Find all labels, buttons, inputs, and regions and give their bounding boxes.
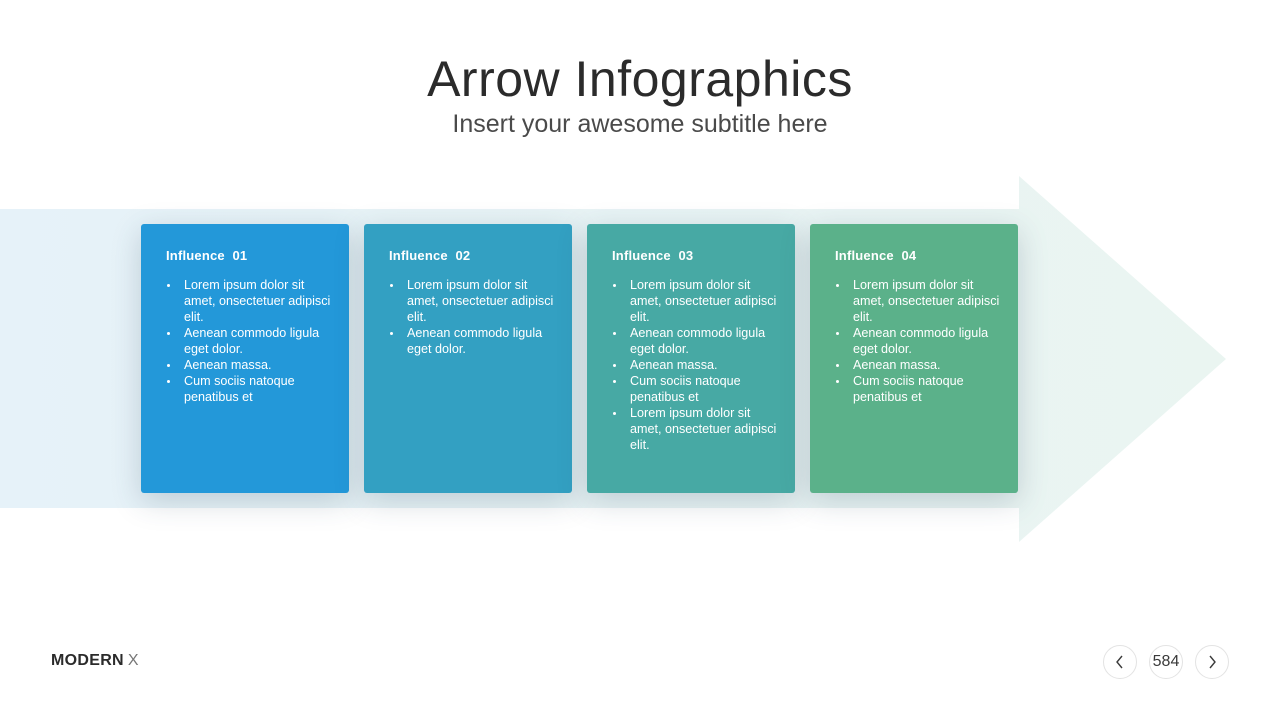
list-item: Aenean commodo ligula eget dolor. bbox=[613, 325, 781, 357]
brand-logo: MODERN X bbox=[51, 652, 139, 670]
influence-card-2: Influence 02 Lorem ipsum dolor sit amet,… bbox=[364, 224, 572, 493]
list-item: Aenean massa. bbox=[836, 357, 1004, 373]
slide: Arrow Infographics Insert your awesome s… bbox=[0, 0, 1280, 720]
bullet-list: Lorem ipsum dolor sit amet, onsectetuer … bbox=[166, 277, 335, 405]
list-item: Cum sociis natoque penatibus et bbox=[167, 373, 335, 405]
list-item: Cum sociis natoque penatibus et bbox=[836, 373, 1004, 405]
card-title: Influence 01 bbox=[166, 248, 248, 263]
list-item: Aenean massa. bbox=[613, 357, 781, 373]
bullet-list: Lorem ipsum dolor sit amet, onsectetuer … bbox=[835, 277, 1004, 405]
page-subtitle: Insert your awesome subtitle here bbox=[452, 110, 828, 138]
list-item: Aenean commodo ligula eget dolor. bbox=[390, 325, 558, 357]
page-number: 584 bbox=[1152, 653, 1180, 670]
list-item: Lorem ipsum dolor sit amet, onsectetuer … bbox=[390, 277, 558, 325]
next-page-button[interactable] bbox=[1195, 645, 1229, 679]
list-item: Aenean commodo ligula eget dolor. bbox=[167, 325, 335, 357]
list-item: Lorem ipsum dolor sit amet, onsectetuer … bbox=[167, 277, 335, 325]
bullet-list: Lorem ipsum dolor sit amet, onsectetuer … bbox=[389, 277, 558, 357]
influence-card-3: Influence 03 Lorem ipsum dolor sit amet,… bbox=[587, 224, 795, 493]
influence-card-1: Influence 01 Lorem ipsum dolor sit amet,… bbox=[141, 224, 349, 493]
list-item: Aenean massa. bbox=[167, 357, 335, 373]
card-title: Influence 03 bbox=[612, 248, 694, 263]
list-item: Cum sociis natoque penatibus et bbox=[613, 373, 781, 405]
chevron-right-icon bbox=[1209, 655, 1216, 669]
page-number-badge: 584 bbox=[1149, 645, 1183, 679]
brand-name-light: X bbox=[127, 652, 139, 669]
list-item: Lorem ipsum dolor sit amet, onsectetuer … bbox=[613, 405, 781, 453]
list-item: Aenean commodo ligula eget dolor. bbox=[836, 325, 1004, 357]
prev-page-button[interactable] bbox=[1103, 645, 1137, 679]
brand-name-bold: MODERN bbox=[51, 652, 124, 669]
influence-card-4: Influence 04 Lorem ipsum dolor sit amet,… bbox=[810, 224, 1018, 493]
list-item: Lorem ipsum dolor sit amet, onsectetuer … bbox=[836, 277, 1004, 325]
list-item: Lorem ipsum dolor sit amet, onsectetuer … bbox=[613, 277, 781, 325]
chevron-left-icon bbox=[1116, 655, 1123, 669]
bullet-list: Lorem ipsum dolor sit amet, onsectetuer … bbox=[612, 277, 781, 453]
page-title: Arrow Infographics bbox=[427, 51, 853, 107]
card-title: Influence 04 bbox=[835, 248, 917, 263]
card-title: Influence 02 bbox=[389, 248, 471, 263]
